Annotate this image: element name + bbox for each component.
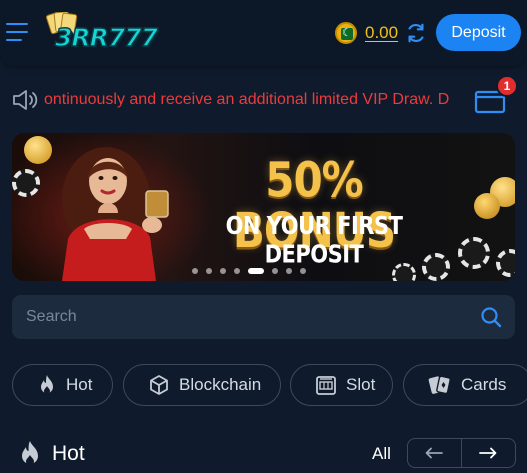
- poker-chip: [496, 249, 515, 277]
- next-button[interactable]: [462, 439, 516, 467]
- search-icon[interactable]: [480, 306, 502, 328]
- refresh-icon[interactable]: [405, 22, 427, 44]
- prev-button[interactable]: [408, 439, 462, 467]
- brand-logo[interactable]: 3RR777: [40, 12, 159, 54]
- fire-icon: [22, 441, 38, 466]
- top-header: 3RR777 0.00 Deposit: [0, 0, 527, 66]
- model-illustration: [62, 147, 169, 281]
- arrow-left-icon: [425, 447, 444, 459]
- category-blockchain-label: Blockchain: [179, 375, 262, 394]
- carousel-dot[interactable]: [192, 268, 198, 274]
- banner-subline: ON YOUR FIRST DEPOSIT: [225, 211, 403, 269]
- announcement-track: ontinuously and receive an additional li…: [44, 89, 470, 111]
- deposit-button[interactable]: Deposit: [436, 14, 521, 51]
- section-title: Hot: [52, 442, 85, 465]
- announcement-bar: ontinuously and receive an additional li…: [0, 80, 527, 120]
- hot-section-header: Hot All: [18, 438, 518, 468]
- fire-icon: [41, 375, 53, 394]
- gold-coin: [24, 136, 52, 164]
- carousel-dot[interactable]: [234, 268, 240, 274]
- search-bar: [12, 295, 515, 339]
- category-blockchain[interactable]: Blockchain: [123, 364, 281, 406]
- category-hot[interactable]: Hot: [12, 364, 113, 406]
- promo-banner[interactable]: 50% BONUS ON YOUR FIRST DEPOSIT: [12, 133, 515, 281]
- poker-chip: [12, 169, 40, 197]
- carousel-dot[interactable]: [300, 268, 306, 274]
- category-cards[interactable]: Cards: [403, 364, 527, 406]
- balance-amount[interactable]: 0.00: [365, 23, 398, 43]
- search-input[interactable]: [12, 295, 480, 339]
- balance-area: 0.00: [335, 21, 427, 45]
- category-cards-label: Cards: [461, 375, 507, 394]
- mail-badge: 1: [496, 75, 518, 97]
- announcement-text: ontinuously and receive an additional li…: [44, 91, 450, 108]
- carousel-dot[interactable]: [248, 268, 264, 274]
- category-hot-label: Hot: [66, 375, 93, 394]
- carousel-dot[interactable]: [220, 268, 226, 274]
- pakistan-flag-icon: [335, 22, 357, 44]
- arrow-right-icon: [479, 447, 497, 459]
- mail-button[interactable]: 1: [472, 75, 518, 116]
- cube-icon: [150, 375, 168, 395]
- carousel-dot[interactable]: [286, 268, 292, 274]
- gold-coin: [474, 193, 500, 219]
- carousel-dot[interactable]: [206, 268, 212, 274]
- playing-cards-icon: [428, 375, 451, 395]
- slot-machine-icon: [316, 376, 336, 395]
- category-slot[interactable]: Slot: [290, 364, 393, 406]
- carousel-dots: [192, 267, 306, 275]
- carousel-dot[interactable]: [272, 268, 278, 274]
- poker-chip: [458, 237, 490, 269]
- view-all-link[interactable]: All: [372, 444, 391, 464]
- menu-icon[interactable]: [6, 20, 30, 44]
- app-root: 3RR777 0.00 Deposit ontinuously and rece…: [0, 0, 527, 473]
- section-pager: [407, 438, 516, 468]
- speaker-icon: [13, 90, 38, 110]
- brand-name: 3RR777: [54, 22, 158, 52]
- category-slot-label: Slot: [346, 375, 376, 394]
